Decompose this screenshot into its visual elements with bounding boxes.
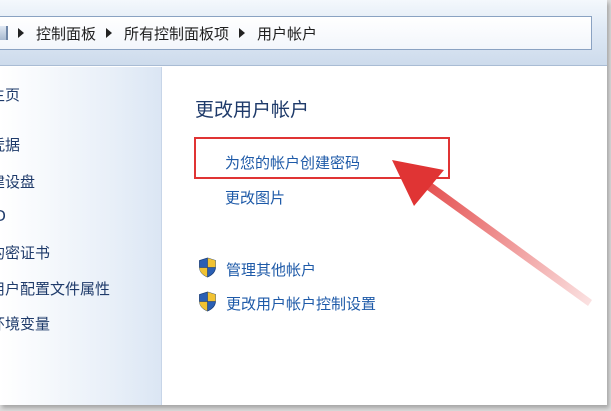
uac-shield-icon bbox=[199, 257, 216, 278]
uac-shield-icon bbox=[199, 291, 216, 312]
chevron-right-icon bbox=[18, 28, 24, 38]
breadcrumb-label: 控制面板 bbox=[36, 24, 97, 43]
nav-item-profile-properties[interactable]: 用户配置文件属性 bbox=[0, 278, 110, 299]
left-nav-pane: 主页 凭据 建设盘 ID 的密证书 用户配置文件属性 环境变量 bbox=[0, 67, 162, 405]
control-panel-folder-icon bbox=[0, 26, 8, 40]
nav-item-encryption-certificates[interactable]: 的密证书 bbox=[0, 242, 50, 263]
change-uac-settings-link[interactable]: 更改用户帐户控制设置 bbox=[226, 293, 376, 314]
breadcrumb-segment-control-panel[interactable]: 控制面板 bbox=[8, 23, 96, 44]
nav-item-environment-variables[interactable]: 环境变量 bbox=[0, 313, 50, 334]
nav-item-reset-disk[interactable]: 建设盘 bbox=[0, 171, 35, 192]
breadcrumb-label: 用户帐户 bbox=[257, 24, 318, 43]
breadcrumb[interactable]: 控制面板 所有控制面板项 用户帐户 bbox=[0, 16, 592, 50]
chevron-right-icon bbox=[239, 28, 246, 38]
nav-item-id[interactable]: ID bbox=[0, 207, 6, 225]
control-panel-window: 控制面板 所有控制面板项 用户帐户 主页 凭据 建设盘 ID 的密证书 用户配置… bbox=[0, 0, 607, 405]
address-bar: 控制面板 所有控制面板项 用户帐户 bbox=[0, 0, 607, 66]
breadcrumb-label: 所有控制面板项 bbox=[124, 24, 230, 43]
change-picture-link[interactable]: 更改图片 bbox=[225, 187, 285, 208]
page-title: 更改用户帐户 bbox=[195, 99, 310, 121]
create-password-link[interactable]: 为您的帐户创建密码 bbox=[225, 152, 360, 173]
breadcrumb-segment-all-items[interactable]: 所有控制面板项 bbox=[96, 23, 229, 44]
manage-other-accounts-link[interactable]: 管理其他帐户 bbox=[226, 259, 316, 280]
breadcrumb-segment-user-accounts[interactable]: 用户帐户 bbox=[229, 23, 317, 44]
nav-item-home[interactable]: 主页 bbox=[0, 84, 20, 105]
main-content: 更改用户帐户 为您的帐户创建密码 更改图片 管理其他帐户 更改用户帐户控制设置 bbox=[163, 67, 607, 405]
chevron-right-icon bbox=[106, 28, 113, 38]
nav-item-credentials[interactable]: 凭据 bbox=[0, 134, 20, 155]
